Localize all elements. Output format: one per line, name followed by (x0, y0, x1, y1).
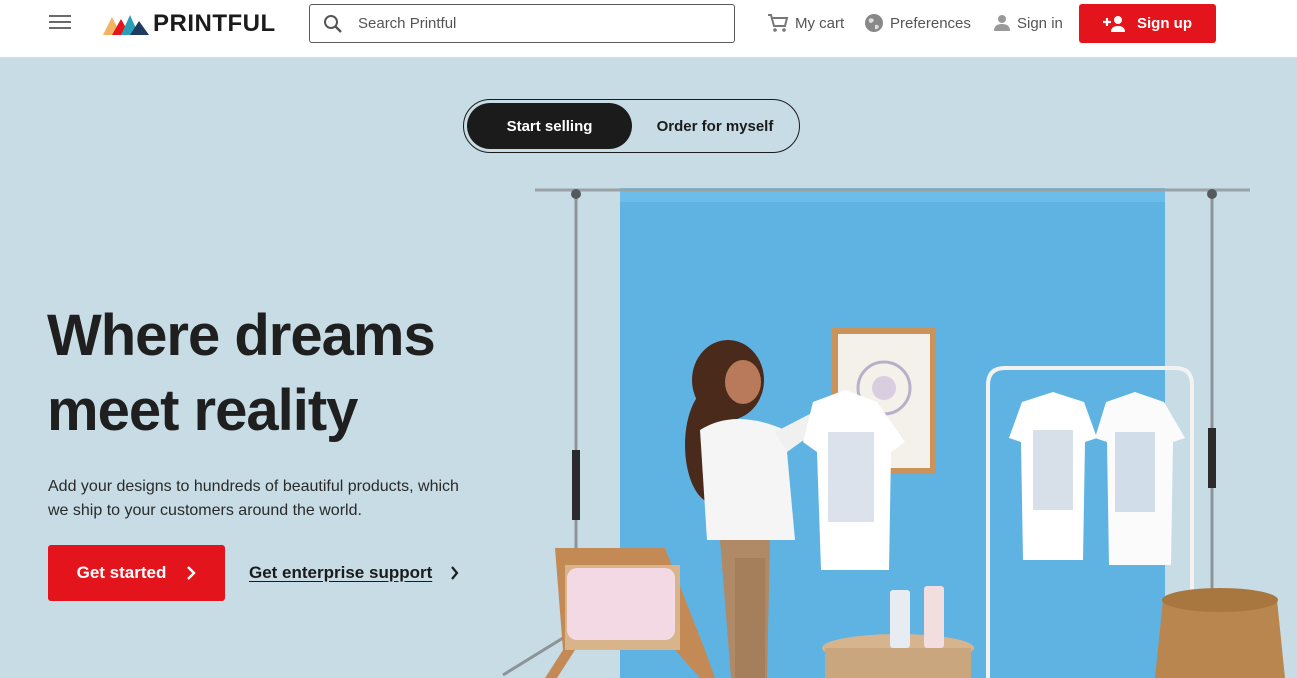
search-icon[interactable] (323, 14, 343, 34)
wicker-basket (1155, 588, 1285, 678)
site-header: PRINTFUL My cart Preferences Sign in (0, 0, 1297, 58)
headline-line-1: Where dreams (47, 303, 436, 368)
preferences-label: Preferences (890, 14, 971, 32)
chevron-right-icon (451, 566, 459, 580)
add-user-icon (1103, 15, 1125, 32)
printful-logo[interactable]: PRINTFUL (103, 10, 276, 38)
get-started-button[interactable]: Get started (48, 545, 225, 601)
tab-start-selling[interactable]: Start selling (467, 103, 632, 149)
signin-label: Sign in (1017, 14, 1063, 32)
signup-label: Sign up (1137, 15, 1192, 32)
hero-subtext: Add your designs to hundreds of beautifu… (48, 478, 459, 519)
search-input[interactable] (358, 15, 718, 32)
hero-headline: Where dreams meet reality (47, 298, 487, 448)
brand-name: PRINTFUL (153, 10, 276, 37)
preferences-link[interactable]: Preferences (864, 12, 971, 34)
audience-toggle: Start selling Order for myself (463, 99, 800, 153)
chevron-right-icon (187, 566, 197, 580)
hero-illustration (502, 188, 1285, 678)
cart-icon (768, 14, 789, 32)
cart-label: My cart (795, 14, 845, 32)
globe-icon (865, 14, 883, 32)
signin-link[interactable]: Sign in (993, 12, 1063, 34)
get-started-label: Get started (76, 563, 167, 582)
menu-icon[interactable] (49, 15, 71, 31)
user-icon (994, 15, 1010, 31)
pink-pillow (567, 568, 675, 640)
search-bar[interactable] (309, 4, 735, 43)
enterprise-support-label: Get enterprise support (249, 563, 433, 582)
cart-link[interactable]: My cart (767, 12, 844, 34)
enterprise-support-link[interactable]: Get enterprise support (249, 561, 459, 585)
headline-line-2: meet reality (47, 378, 358, 443)
logo-mark-icon (103, 15, 149, 35)
tab-order-for-myself[interactable]: Order for myself (634, 103, 796, 149)
signup-button[interactable]: Sign up (1079, 4, 1216, 43)
